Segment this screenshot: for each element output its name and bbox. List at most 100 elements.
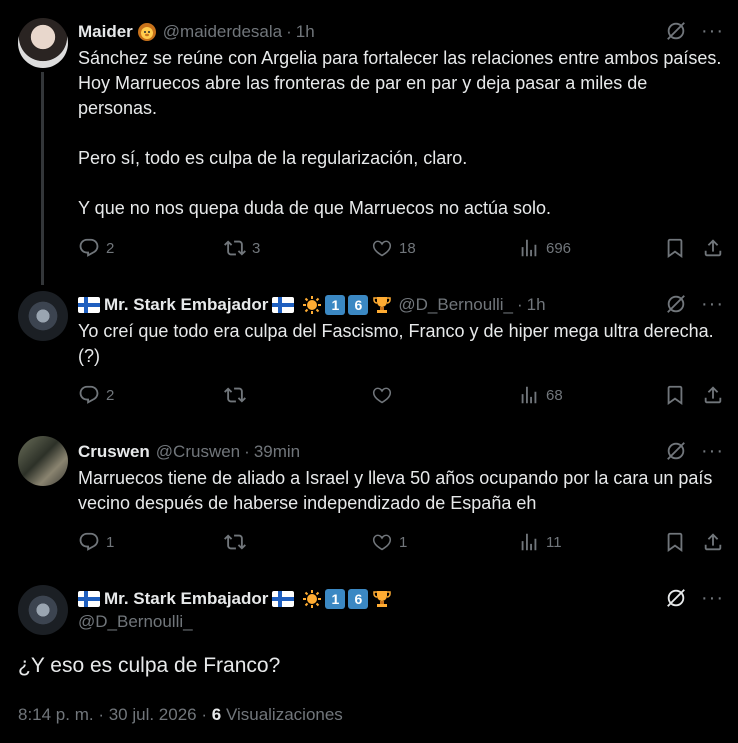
heart-icon <box>371 237 393 259</box>
tweet-paragraph: Marruecos tiene de aliado a Israel y lle… <box>78 468 713 513</box>
views-button[interactable]: 696 <box>518 237 571 259</box>
tweet-text: Yo creí que todo era culpa del Fascismo,… <box>78 319 724 369</box>
repost-icon <box>224 384 246 406</box>
avatar[interactable] <box>18 18 68 68</box>
keycap-one-icon: 1 <box>325 295 346 315</box>
share-button[interactable] <box>702 531 724 553</box>
separator-dot: · <box>244 442 250 461</box>
tweet-text: Marruecos tiene de aliado a Israel y lle… <box>78 466 724 516</box>
views-label: Visualizaciones <box>225 705 343 724</box>
grok-icon[interactable] <box>665 293 687 315</box>
lion-emoji-icon <box>137 22 157 42</box>
heart-icon <box>371 384 393 406</box>
views-chart-icon <box>518 384 540 406</box>
tweet-actions: 1 1 11 <box>78 531 724 557</box>
keycap-six-icon: 6 <box>348 295 369 315</box>
reply-button[interactable]: 1 <box>78 531 114 553</box>
tweet-actions: 2 3 18 696 <box>78 237 724 263</box>
trophy-emoji-icon <box>372 589 392 609</box>
share-icon <box>702 237 724 259</box>
repost-button[interactable] <box>224 384 252 406</box>
tweet-cruswen[interactable]: Cruswen @Cruswen · 39min ··· Marruecos t… <box>0 430 738 575</box>
more-horizontal-icon[interactable]: ··· <box>701 294 724 314</box>
reply-button[interactable]: 2 <box>78 237 114 259</box>
timestamp[interactable]: 39min <box>254 442 300 462</box>
reply-count: 2 <box>106 239 115 257</box>
bookmark-button[interactable] <box>664 237 686 259</box>
views-button[interactable]: 11 <box>518 531 562 553</box>
tweet-paragraph: Y que no nos quepa duda de que Marruecos… <box>78 198 552 218</box>
share-button[interactable] <box>702 384 724 406</box>
finland-flag-icon <box>78 297 100 313</box>
views-count: 11 <box>546 533 562 551</box>
tweet-actions: 2 68 <box>78 384 724 410</box>
share-button[interactable] <box>702 237 724 259</box>
bookmark-icon <box>664 531 686 553</box>
more-horizontal-icon[interactable]: ··· <box>701 588 724 608</box>
grok-icon[interactable] <box>665 20 687 42</box>
heart-icon <box>371 531 393 553</box>
author-name[interactable]: Mr. Stark Embajador <box>104 295 268 315</box>
views-chart-icon <box>518 237 540 259</box>
avatar[interactable] <box>18 436 68 486</box>
repost-button[interactable] <box>224 531 252 553</box>
like-count: 1 <box>399 533 408 551</box>
reply-icon <box>78 237 100 259</box>
author-handle[interactable]: @Cruswen <box>156 442 240 462</box>
repost-icon <box>224 531 246 553</box>
finland-flag-icon <box>272 591 294 607</box>
bookmark-button[interactable] <box>664 384 686 406</box>
views-total: 6 <box>211 705 222 724</box>
avatar[interactable] <box>18 585 68 635</box>
separator-dot: · <box>516 295 523 314</box>
keycap-one-icon: 1 <box>325 589 346 609</box>
bookmark-icon <box>664 237 686 259</box>
reply-count: 2 <box>106 386 115 404</box>
views-chart-icon <box>518 531 540 553</box>
views-count: 68 <box>546 386 563 404</box>
like-button[interactable]: 1 <box>371 531 407 553</box>
author-handle[interactable]: @D_Bernoulli_ <box>78 612 724 632</box>
avatar[interactable] <box>18 291 68 341</box>
tweet-maider[interactable]: Maider @maiderdesala · 1h ··· Sánchez se… <box>0 0 738 285</box>
post-datetime[interactable]: 8:14 p. m. · 30 jul. 2026 · <box>18 705 207 724</box>
like-button[interactable]: 18 <box>371 237 416 259</box>
author-name[interactable]: Maider <box>78 22 133 42</box>
more-horizontal-icon[interactable]: ··· <box>701 21 724 41</box>
bookmark-icon <box>664 384 686 406</box>
tweet-paragraph: Pero sí, todo es culpa de la regularizac… <box>78 148 468 168</box>
author-handle[interactable]: @D_Bernoulli_ <box>398 295 513 315</box>
reply-count: 1 <box>106 533 115 551</box>
timestamp[interactable]: 1h <box>527 295 546 315</box>
author-name[interactable]: Mr. Stark Embajador <box>104 589 268 609</box>
timestamp[interactable]: 1h <box>296 22 315 42</box>
reply-button[interactable]: 2 <box>78 384 114 406</box>
views-button[interactable]: 68 <box>518 384 563 406</box>
repost-button[interactable]: 3 <box>224 237 260 259</box>
sun-emoji-icon <box>302 589 322 609</box>
thread-line <box>41 72 44 285</box>
keycap-six-icon: 6 <box>348 589 369 609</box>
separator-dot: · <box>286 22 292 41</box>
trophy-emoji-icon <box>372 295 392 315</box>
bookmark-button[interactable] <box>664 531 686 553</box>
like-button[interactable] <box>371 384 399 406</box>
views-count: 696 <box>546 239 572 257</box>
tweet-paragraph: Yo creí que todo era culpa del Fascismo,… <box>78 321 714 366</box>
share-icon <box>702 384 724 406</box>
more-horizontal-icon[interactable]: ··· <box>701 441 724 461</box>
author-handle[interactable]: @maiderdesala <box>163 22 282 42</box>
grok-icon[interactable] <box>665 587 687 609</box>
tweet-mr-stark[interactable]: Mr. Stark Embajador 1 6 @D_Bernoulli_ · … <box>0 285 738 430</box>
finland-flag-icon <box>78 591 100 607</box>
like-count: 18 <box>399 239 416 257</box>
reply-icon <box>78 384 100 406</box>
repost-icon <box>224 237 246 259</box>
tweet-text: Sánchez se reúne con Argelia para fortal… <box>78 46 724 221</box>
reply-icon <box>78 531 100 553</box>
repost-count: 3 <box>252 239 261 257</box>
author-name[interactable]: Cruswen <box>78 442 150 462</box>
focused-tweet-text: ¿Y eso es culpa de Franco? <box>18 654 281 677</box>
tweet-metadata: 8:14 p. m. · 30 jul. 2026 · 6 Visualizac… <box>18 705 343 725</box>
grok-icon[interactable] <box>665 440 687 462</box>
